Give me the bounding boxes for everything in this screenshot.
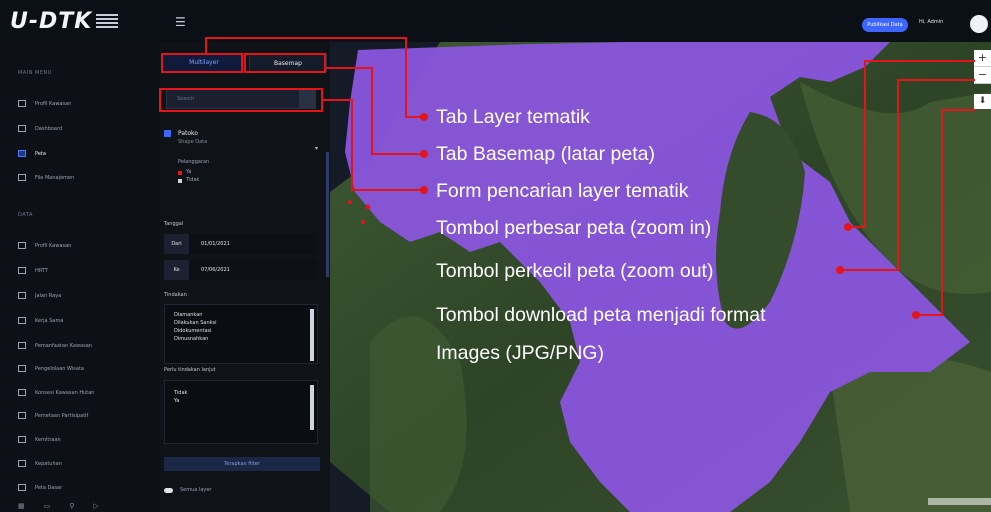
annotation-download: Tombol download peta menjadi format: [436, 304, 766, 326]
annotation-layer-tab: Tab Layer tematik: [436, 106, 590, 128]
annotation-download-format: Images (JPG/PNG): [436, 342, 604, 364]
annotation-search: Form pencarian layer tematik: [436, 180, 689, 202]
callout-dot: [912, 311, 920, 319]
callout-box-basemap-tab: [244, 53, 326, 73]
callout-box-layer-tab: [161, 53, 243, 73]
callout-line-layer: [205, 37, 424, 118]
callout-dot: [844, 223, 852, 231]
callout-line-download: [916, 109, 975, 316]
app-window: U-DTK ☰ Publikasi Data Hi, Admin MAIN ME…: [0, 0, 991, 512]
callout-lines: [159, 37, 975, 319]
callout-dot: [420, 186, 428, 194]
callout-dot: [420, 150, 428, 158]
annotation-zoom-in: Tombol perbesar peta (zoom in): [436, 217, 712, 239]
callout-line-zoom-in: [848, 60, 975, 228]
annotation-zoom-out: Tombol perkecil peta (zoom out): [436, 260, 714, 282]
callout-dot: [836, 266, 844, 274]
callout-line-basemap: [325, 67, 424, 155]
callout-line-zoom-out: [840, 79, 975, 271]
annotation-basemap-tab: Tab Basemap (latar peta): [436, 143, 655, 165]
callout-dot: [420, 113, 428, 121]
callout-box-search: [159, 88, 323, 112]
